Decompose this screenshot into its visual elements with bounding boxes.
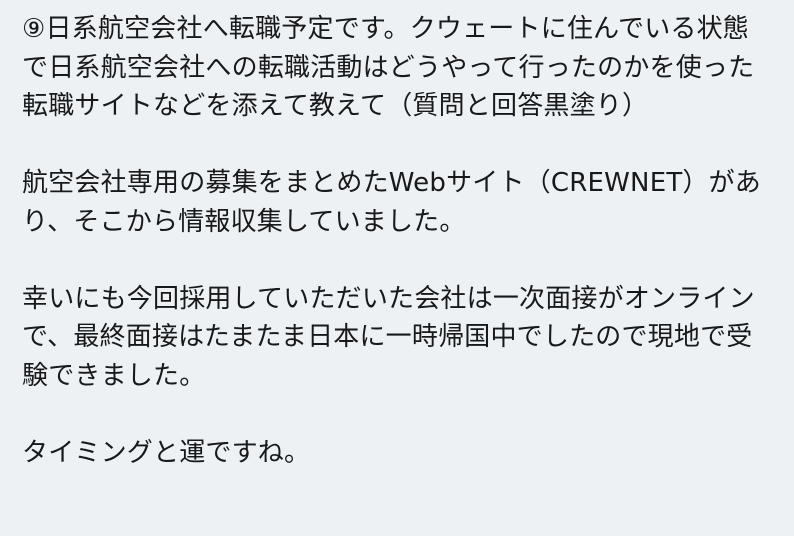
question-paragraph: ⑨日系航空会社へ転職予定です。クウェートに住んでいる状態で日系航空会社への転職活… [22,14,755,121]
post-body: ⑨日系航空会社へ転職予定です。クウェートに住んでいる状態で日系航空会社への転職活… [0,0,794,536]
answer-paragraph-3: タイミングと運ですね。 [22,437,311,468]
answer-paragraph-1: 航空会社専用の募集をまとめたWebサイト（CREWNET）があり、そこから情報収… [22,168,761,237]
answer-paragraph-2: 幸いにも今回採用していただいた会社は一次面接がオンラインで、最終面接はたまたま日… [22,283,755,391]
